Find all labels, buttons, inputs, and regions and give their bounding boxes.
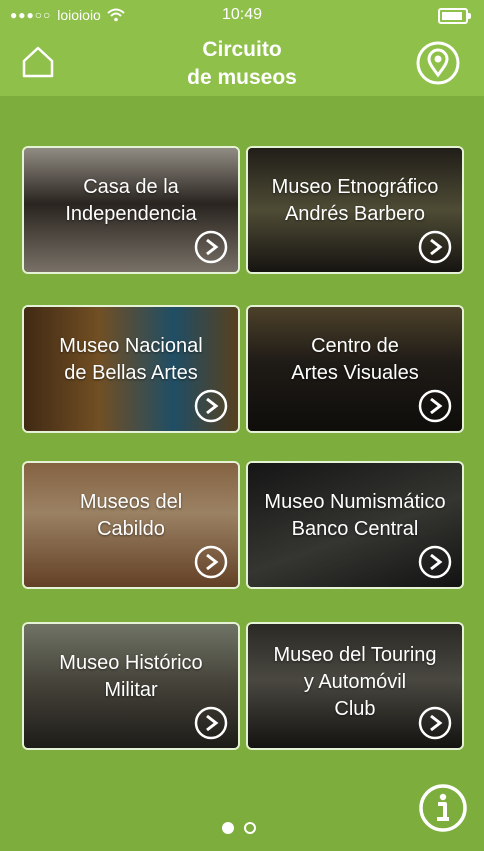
museum-label: Museo Nacional de Bellas Artes	[59, 335, 203, 384]
arrow-right-icon[interactable]	[418, 389, 452, 423]
page-indicator[interactable]	[222, 822, 256, 834]
arrow-right-icon[interactable]	[194, 545, 228, 579]
museum-tile-touring-automovil[interactable]: Museo del Touring y Automóvil Club	[246, 622, 464, 750]
navigation-bar: Circuito de museos	[0, 30, 484, 96]
status-time: 10:49	[221, 6, 263, 23]
museum-tile-bellas-artes[interactable]: Museo Nacional de Bellas Artes	[22, 305, 240, 433]
museum-label: Museo Numismático Banco Central	[264, 491, 446, 540]
arrow-right-icon[interactable]	[194, 230, 228, 264]
map-pin-icon[interactable]	[416, 41, 460, 85]
museum-tile-cabildo[interactable]: Museos del Cabildo	[22, 461, 240, 589]
museum-tile-artes-visuales[interactable]: Centro de Artes Visuales	[246, 305, 464, 433]
arrow-right-icon[interactable]	[418, 545, 452, 579]
page-dot-1[interactable]	[222, 822, 234, 834]
arrow-right-icon[interactable]	[418, 230, 452, 264]
arrow-right-icon[interactable]	[194, 706, 228, 740]
home-icon[interactable]	[20, 44, 56, 80]
status-bar: ●●●○○ loioioio 10:49	[0, 0, 484, 30]
museum-tile-numismatico[interactable]: Museo Numismático Banco Central	[246, 461, 464, 589]
page-dot-2[interactable]	[244, 822, 256, 834]
museum-tile-casa-independencia[interactable]: Casa de la Independencia	[22, 146, 240, 274]
info-icon[interactable]	[418, 783, 468, 833]
museum-tile-etnografico[interactable]: Museo Etnográfico Andrés Barbero	[246, 146, 464, 274]
arrow-right-icon[interactable]	[418, 706, 452, 740]
museum-tile-historico-militar[interactable]: Museo Histórico Militar	[22, 622, 240, 750]
museum-label: Museos del Cabildo	[79, 491, 183, 540]
museum-label: Casa de la Independencia	[65, 176, 197, 225]
battery-icon	[438, 8, 471, 24]
museum-label: Centro de Artes Visuales	[291, 335, 419, 384]
arrow-right-icon[interactable]	[194, 389, 228, 423]
museum-label: Museo Etnográfico Andrés Barbero	[271, 176, 439, 225]
museum-grid: Casa de la Independencia Museo Etnográfi…	[22, 146, 466, 752]
page-title: Circuito de museos	[187, 38, 297, 89]
museum-label: Museo Histórico Militar	[59, 652, 203, 701]
